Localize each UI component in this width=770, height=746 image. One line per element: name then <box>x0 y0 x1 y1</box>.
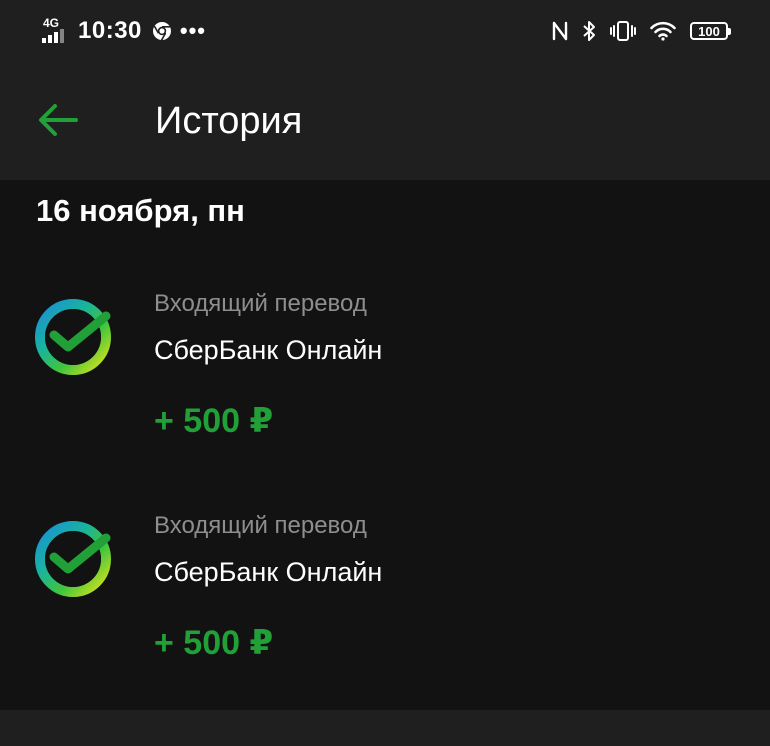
transaction-item[interactable]: Входящий перевод СберБанк Онлайн + 500 ₽ <box>0 512 770 720</box>
status-time: 10:30 <box>78 17 142 44</box>
arrow-left-icon <box>38 103 78 137</box>
battery-icon: 100 <box>690 22 731 40</box>
status-left: 4G 10:30 ••• <box>42 14 206 48</box>
back-button[interactable] <box>30 96 86 144</box>
sber-logo-icon <box>34 520 112 598</box>
status-right: 100 <box>552 14 731 48</box>
status-bar: 4G 10:30 ••• 100 <box>0 0 770 62</box>
sber-logo-icon <box>34 298 112 376</box>
vibrate-icon <box>610 20 636 42</box>
page-title: История <box>155 100 303 142</box>
transaction-type: Входящий перевод <box>154 290 367 317</box>
transaction-type: Входящий перевод <box>154 512 367 539</box>
network-type-label: 4G <box>43 16 60 30</box>
screen: 4G 10:30 ••• 100 История 16 ноября, пн В… <box>0 0 770 746</box>
more-notifications-icon: ••• <box>179 18 206 43</box>
chrome-icon <box>152 21 172 41</box>
nfc-icon <box>552 20 568 42</box>
transaction-merchant: СберБанк Онлайн <box>154 557 383 587</box>
transaction-amount: + 500 ₽ <box>154 624 274 662</box>
transaction-amount: + 500 ₽ <box>154 402 274 440</box>
date-group-header: 16 ноября, пн <box>36 193 245 228</box>
bottom-panel <box>0 710 770 746</box>
app-bar: История <box>0 62 770 180</box>
transaction-merchant: СберБанк Онлайн <box>154 335 383 365</box>
cellular-signal-icon: 4G <box>42 17 68 45</box>
wifi-icon <box>650 21 676 41</box>
transaction-item[interactable]: Входящий перевод СберБанк Онлайн + 500 ₽ <box>0 290 770 498</box>
bluetooth-icon <box>582 20 596 42</box>
